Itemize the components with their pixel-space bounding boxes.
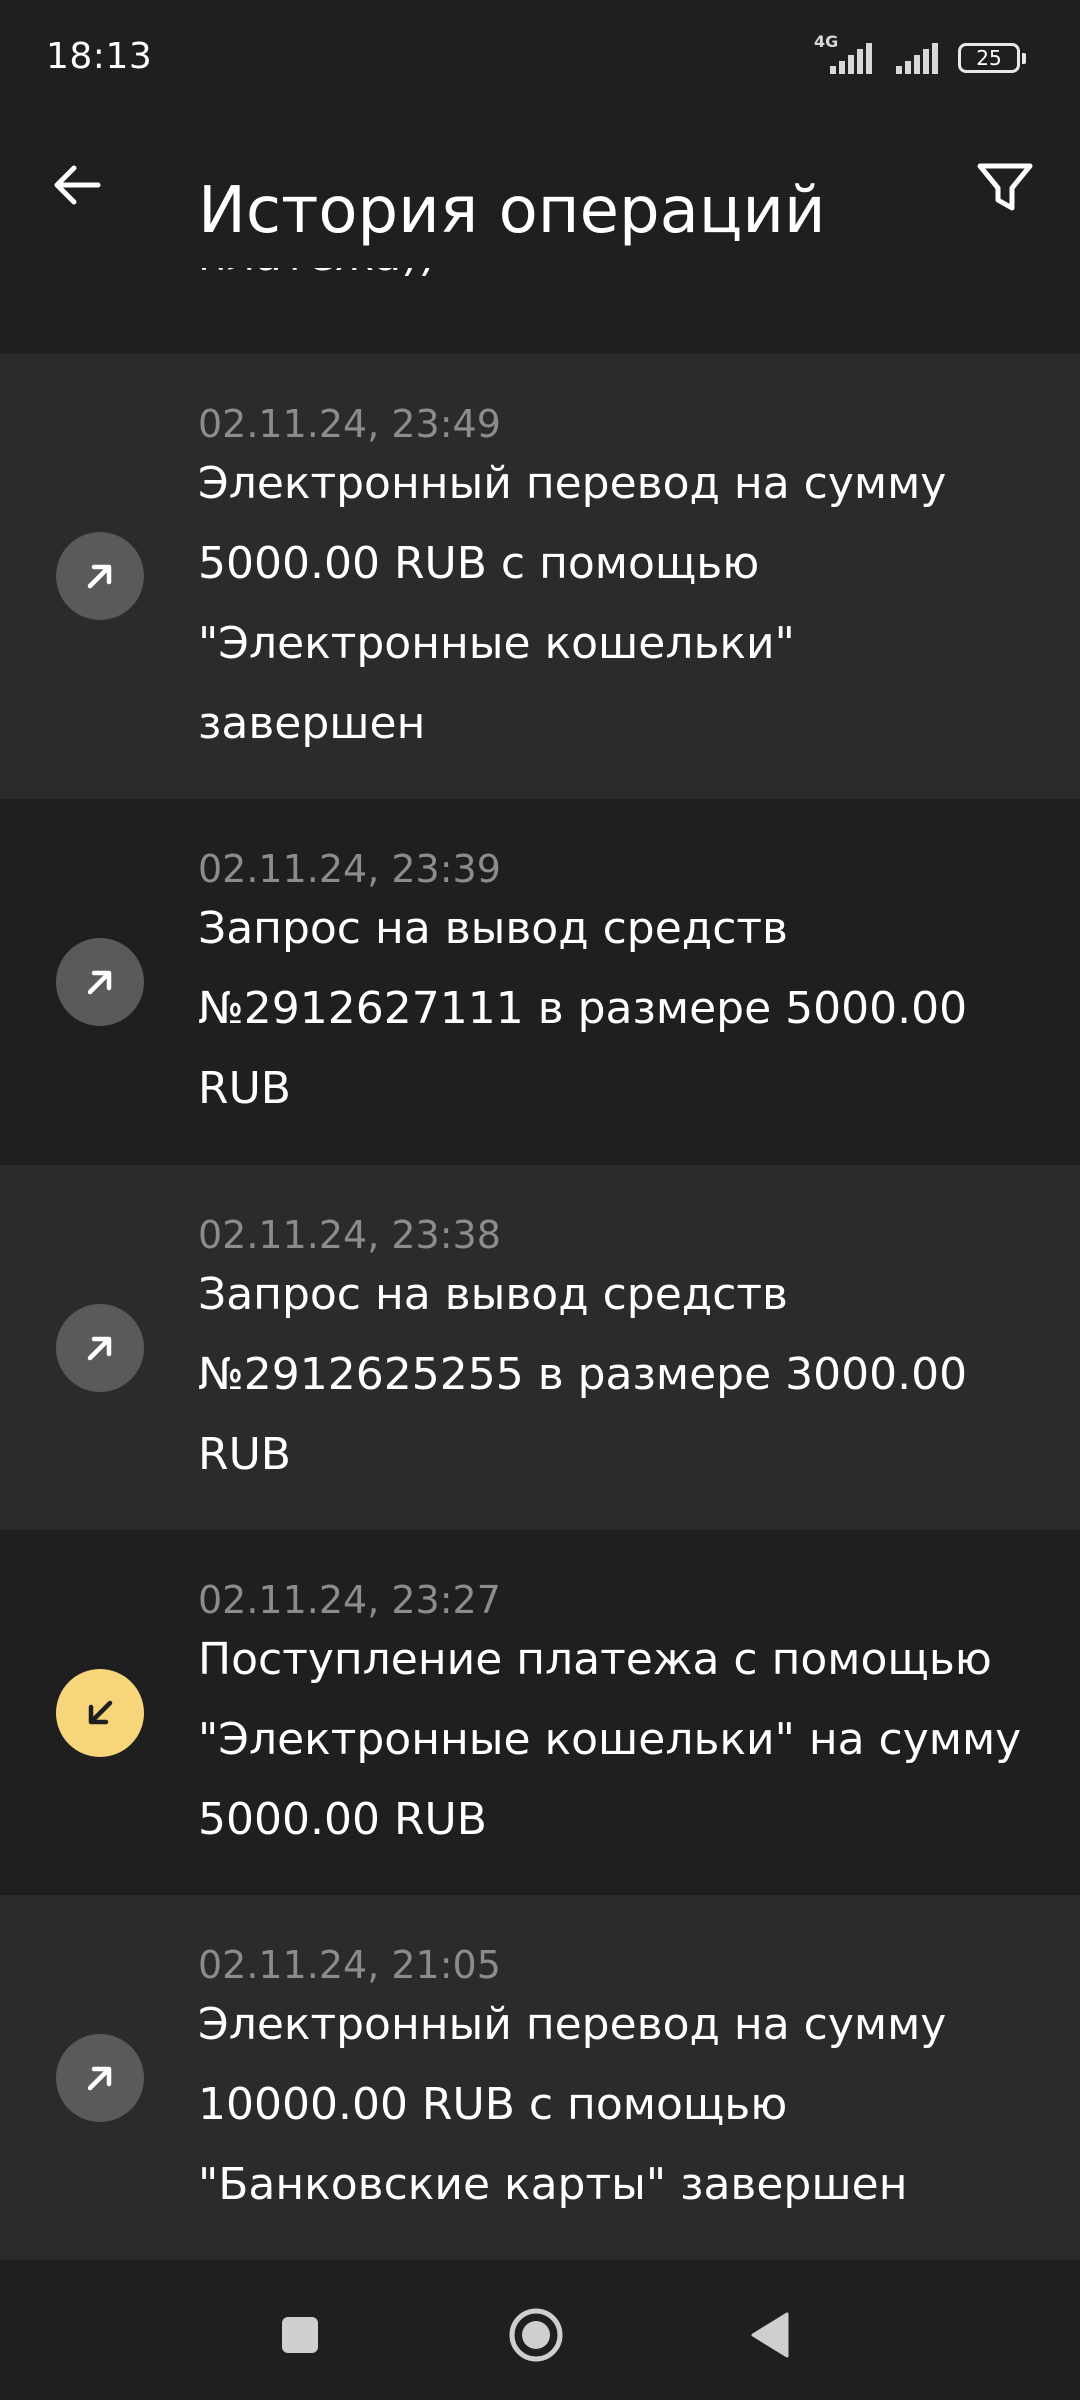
outgoing-icon (56, 938, 144, 1026)
operation-date: 02.11.24, 23:49 (198, 402, 501, 446)
home-button[interactable] (501, 2300, 571, 2370)
operation-description: Запрос на вывод средств №2912625255 в ра… (198, 1269, 968, 1480)
arrow-up-right-icon (87, 970, 112, 995)
arrow-up-right-icon (87, 564, 112, 589)
signal-icon (894, 38, 944, 78)
operation-date: 02.11.24, 23:27 (198, 1578, 501, 1622)
operation-description: Поступление платежа с помощью "Электронн… (198, 1634, 1022, 1845)
operation-description: Электронный перевод на сумму 5000.00 RUB… (198, 458, 947, 749)
recents-button[interactable] (265, 2300, 335, 2370)
circle-icon (509, 2308, 563, 2362)
arrow-left-icon (54, 165, 101, 205)
battery-level: 25 (976, 46, 1002, 70)
operation-date: 02.11.24, 23:38 (198, 1213, 501, 1257)
arrow-up-right-icon (87, 1336, 112, 1361)
status-icons: 4G 25 (814, 32, 1026, 78)
outgoing-icon (56, 532, 144, 620)
battery-icon: 25 (958, 43, 1026, 73)
signal-4g-icon: 4G (814, 32, 880, 78)
operation-description: Запрос на вывод средств №2912627111 в ра… (198, 903, 968, 1114)
operation-item[interactable]: 02.11.24, 23:27 Поступление платежа с по… (0, 1530, 1080, 1895)
system-nav-bar (0, 2260, 1080, 2400)
filter-button[interactable] (968, 144, 1042, 224)
page-title: История операций (198, 174, 826, 248)
operation-item[interactable]: 02.11.24, 21:05 Электронный перевод на с… (0, 1895, 1080, 2260)
operation-date: 02.11.24, 21:05 (198, 1943, 501, 1987)
operation-item[interactable]: 02.11.24, 23:38 Запрос на вывод средств … (0, 1165, 1080, 1530)
operation-item[interactable]: 02.11.24, 23:39 Запрос на вывод средств … (0, 799, 1080, 1165)
arrow-up-right-icon (87, 2066, 112, 2091)
triangle-back-icon (751, 2312, 789, 2358)
operation-description: Электронный перевод на сумму 10000.00 RU… (198, 1999, 947, 2210)
back-nav-button[interactable] (735, 2300, 805, 2370)
operation-item[interactable]: 02.11.24, 23:49 Электронный перевод на с… (0, 354, 1080, 799)
filter-icon (977, 163, 1033, 211)
outgoing-icon (56, 1304, 144, 1392)
incoming-icon (56, 1669, 144, 1757)
status-time: 18:13 (46, 36, 153, 77)
network-type: 4G (814, 32, 839, 51)
operation-date: 02.11.24, 23:39 (198, 847, 501, 891)
clipped-previous-text: платежа)) (198, 268, 998, 308)
square-icon (282, 2317, 318, 2353)
status-bar: 18:13 4G 25 (0, 0, 1080, 120)
arrow-down-left-icon (88, 1700, 113, 1725)
back-button[interactable] (40, 148, 114, 222)
clipped-text: платежа)) (198, 268, 436, 281)
outgoing-icon (56, 2034, 144, 2122)
